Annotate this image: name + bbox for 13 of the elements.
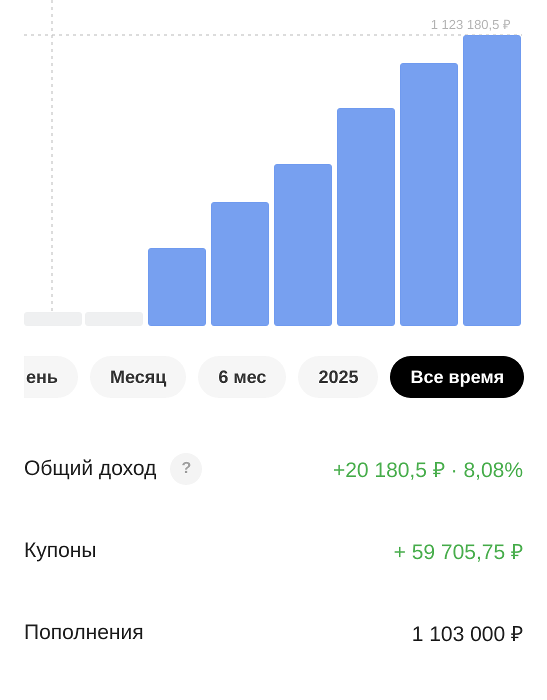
summary-value: 1 103 000 ₽ bbox=[412, 622, 523, 647]
period-tab[interactable]: Все время bbox=[390, 356, 524, 398]
summary-value: + 59 705,75 ₽ bbox=[394, 540, 523, 565]
period-tab[interactable]: 2025 bbox=[298, 356, 378, 398]
summary-label: Купоны bbox=[24, 539, 96, 563]
period-tab[interactable]: ень bbox=[24, 356, 78, 398]
period-tab[interactable]: 6 мес bbox=[198, 356, 286, 398]
summary-value: +20 180,5 ₽ · 8,08% bbox=[332, 458, 523, 483]
period-tab[interactable]: Месяц bbox=[90, 356, 186, 398]
summary-label: Пополнения bbox=[24, 621, 144, 645]
empty-bar bbox=[24, 312, 82, 326]
max-value-label: 1 123 180,5 ₽ bbox=[430, 16, 511, 33]
summary-label: Общий доход bbox=[24, 457, 156, 481]
